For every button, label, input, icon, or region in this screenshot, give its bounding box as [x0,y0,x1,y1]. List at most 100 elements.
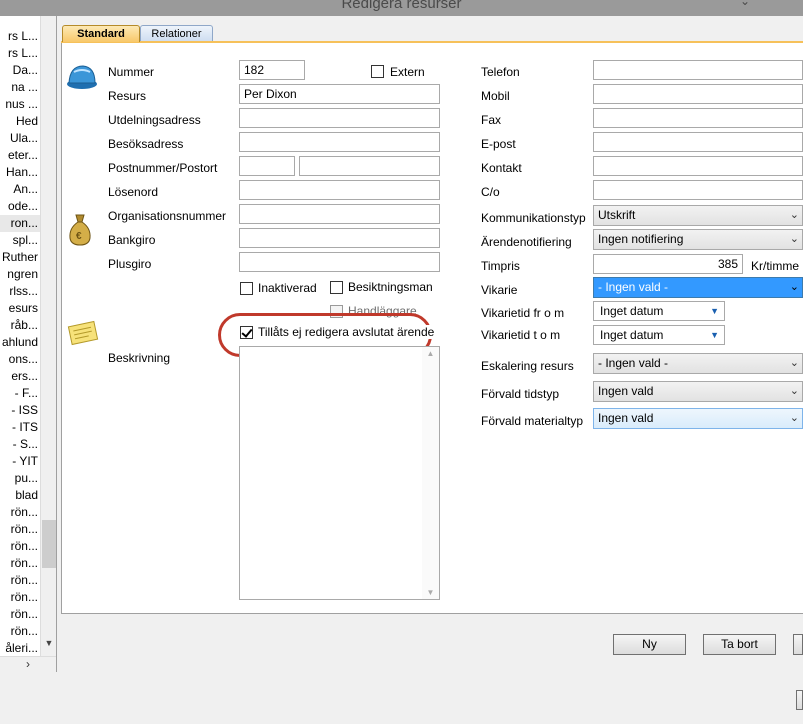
list-item[interactable]: åleri... [0,640,40,657]
list-item[interactable]: rs L... [0,45,40,62]
plusgiro-label: Plusgiro [108,257,152,271]
list-item[interactable]: ers... [0,368,40,385]
list-vertical-scrollbar[interactable]: ▼ [40,16,56,656]
note-icon [67,320,99,346]
list-item[interactable]: Ruther [0,249,40,266]
list-item[interactable]: rön... [0,504,40,521]
nummer-label: Nummer [108,65,155,79]
list-item[interactable]: ons... [0,351,40,368]
kommunikationstyp-select[interactable]: Utskrift ⌄ [593,205,803,226]
resurs-field[interactable]: Per Dixon [239,84,440,104]
timpris-field[interactable]: 385 [593,254,743,274]
list-item[interactable]: Ula... [0,130,40,147]
losenord-field[interactable] [239,180,440,200]
telefon-field[interactable] [593,60,803,80]
forvald-tidstyp-value: Ingen vald [598,384,654,398]
list-item[interactable]: Han... [0,164,40,181]
list-item[interactable]: råb... [0,317,40,334]
tillats-ej-checkbox[interactable] [240,326,253,339]
nummer-field[interactable]: 182 [239,60,305,80]
list-item[interactable]: An... [0,181,40,198]
eskalering-select[interactable]: - Ingen vald - ⌄ [593,353,803,374]
eskalering-label: Eskalering resurs [481,359,574,373]
helmet-icon [67,65,97,89]
list-item[interactable]: rs L... [0,28,40,45]
kontakt-field[interactable] [593,156,803,176]
vikarie-value: - Ingen vald - [598,280,669,294]
vikarietid-from-picker[interactable]: Inget datum ▼ [593,301,725,321]
extern-checkbox[interactable] [371,65,384,78]
list-item[interactable]: pu... [0,470,40,487]
arendenotifiering-select[interactable]: Ingen notifiering ⌄ [593,229,803,250]
list-item[interactable]: ron... [0,215,40,232]
list-item[interactable]: ahlund [0,334,40,351]
forvald-tidstyp-select[interactable]: Ingen vald ⌄ [593,381,803,402]
epost-field[interactable] [593,132,803,152]
list-item[interactable]: spl... [0,232,40,249]
besoksadress-field[interactable] [239,132,440,152]
list-item[interactable]: rön... [0,589,40,606]
scroll-right-icon[interactable]: › [26,657,30,671]
ta-bort-button[interactable]: Ta bort [703,634,776,655]
window-control-icon[interactable]: ⌄ [740,0,750,8]
list-item[interactable]: - YIT [0,453,40,470]
list-item[interactable]: - F... [0,385,40,402]
list-item[interactable]: na ... [0,79,40,96]
list-item[interactable]: rön... [0,572,40,589]
list-item[interactable]: rön... [0,521,40,538]
postort-field[interactable] [299,156,440,176]
partial-button[interactable] [793,634,803,655]
list-item[interactable]: nus ... [0,96,40,113]
besiktningsman-checkbox[interactable] [330,281,343,294]
list-item[interactable]: ode... [0,198,40,215]
mobil-field[interactable] [593,84,803,104]
list-item[interactable]: blad [0,487,40,504]
list-item[interactable]: - ITS [0,419,40,436]
handlaggare-checkbox[interactable] [330,305,343,318]
co-label: C/o [481,185,500,199]
inaktiverad-checkbox[interactable] [240,282,253,295]
list-item[interactable]: Hed [0,113,40,130]
list-horizontal-scrollbar[interactable]: › [0,656,56,672]
list-item[interactable]: Da... [0,62,40,79]
scroll-down-icon[interactable]: ▼ [41,638,56,648]
list-item[interactable]: ngren [0,266,40,283]
textarea-scrollbar[interactable]: ▲ ▼ [422,347,439,599]
organisationsnummer-field[interactable] [239,204,440,224]
co-field[interactable] [593,180,803,200]
list-item[interactable]: rlss... [0,283,40,300]
beskrivning-textarea[interactable]: ▲ ▼ [239,346,440,600]
bankgiro-field[interactable] [239,228,440,248]
partial-button-bottom[interactable] [796,690,803,710]
postnummer-field[interactable] [239,156,295,176]
chevron-down-icon: ⌄ [789,385,799,397]
vikarietid-tom-value: Inget datum [600,328,664,342]
tab-relationer[interactable]: Relationer [140,25,213,42]
scroll-up-icon[interactable]: ▲ [422,349,439,358]
scrollbar-thumb[interactable] [42,520,56,568]
inaktiverad-label: Inaktiverad [258,281,317,295]
resurs-label: Resurs [108,89,147,103]
tab-standard[interactable]: Standard [62,25,140,42]
list-item[interactable]: rön... [0,623,40,640]
list-item[interactable]: - S... [0,436,40,453]
vikarie-select[interactable]: - Ingen vald - ⌄ [593,277,803,298]
window-title: Redigera resurser [341,0,462,12]
ny-button[interactable]: Ny [613,634,686,655]
list-item[interactable]: rön... [0,606,40,623]
chevron-down-icon: ⌄ [789,281,799,293]
list-item[interactable]: rön... [0,555,40,572]
title-bar: Redigera resurser ⌄ [0,0,803,16]
list-item[interactable]: eter... [0,147,40,164]
vikarietid-tom-picker[interactable]: Inget datum ▼ [593,325,725,345]
utdelningsadress-field[interactable] [239,108,440,128]
resource-list[interactable]: rs L... rs L... Da... na ... nus ... Hed Ula..… [0,16,57,672]
fax-field[interactable] [593,108,803,128]
list-item[interactable]: rön... [0,538,40,555]
scroll-down-icon[interactable]: ▼ [422,588,439,597]
forvald-materialtyp-select[interactable]: Ingen vald ⌄ [593,408,803,429]
list-item[interactable]: esurs [0,300,40,317]
list-item[interactable]: - ISS [0,402,40,419]
plusgiro-field[interactable] [239,252,440,272]
organisationsnummer-label: Organisationsnummer [108,209,227,223]
